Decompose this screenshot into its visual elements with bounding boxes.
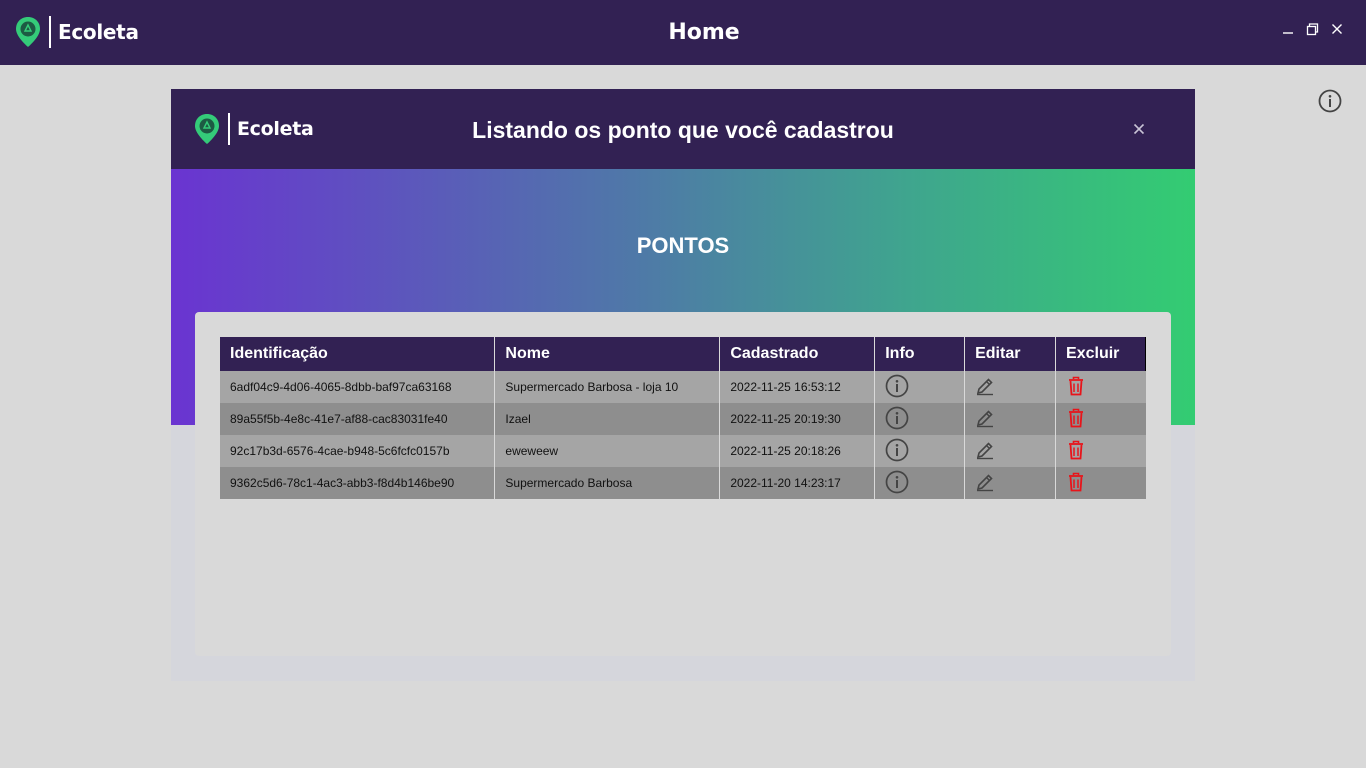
trash-icon[interactable] bbox=[1066, 376, 1086, 399]
cell-cadastrado: 2022-11-25 20:18:26 bbox=[719, 435, 876, 467]
cell-cadastrado: 2022-11-20 14:23:17 bbox=[719, 467, 876, 499]
close-icon[interactable] bbox=[1330, 22, 1344, 36]
edit-pencil-icon[interactable] bbox=[975, 472, 995, 495]
title-bar: Ecoleta Home bbox=[0, 0, 1366, 65]
points-modal: Ecoleta Listando os ponto que você cadas… bbox=[171, 89, 1195, 681]
edit-pencil-icon[interactable] bbox=[975, 408, 995, 431]
info-icon[interactable] bbox=[885, 470, 909, 497]
cell-cadastrado: 2022-11-25 20:19:30 bbox=[719, 403, 876, 435]
modal-close-icon[interactable] bbox=[1131, 121, 1147, 137]
info-icon[interactable] bbox=[885, 374, 909, 401]
minimize-icon[interactable] bbox=[1281, 22, 1295, 36]
modal-title: Listando os ponto que você cadastrou bbox=[472, 117, 894, 143]
cell-id: 9362c5d6-78c1-4ac3-abb3-f8d4b146be90 bbox=[220, 467, 496, 499]
cell-id: 92c17b3d-6576-4cae-b948-5c6fcfc0157b bbox=[220, 435, 496, 467]
cell-nome: Supermercado Barbosa bbox=[494, 467, 721, 499]
cell-nome: Izael bbox=[494, 403, 721, 435]
header-info: Info bbox=[874, 337, 966, 371]
cell-nome: eweweew bbox=[494, 435, 721, 467]
cell-cadastrado: 2022-11-25 16:53:12 bbox=[719, 371, 876, 403]
table-row: 89a55f5b-4e8c-41e7-af88-cac83031fe40 Iza… bbox=[220, 403, 1146, 435]
trash-icon[interactable] bbox=[1066, 408, 1086, 431]
table-row: 9362c5d6-78c1-4ac3-abb3-f8d4b146be90 Sup… bbox=[220, 467, 1146, 499]
header-editar: Editar bbox=[964, 337, 1057, 371]
trash-icon[interactable] bbox=[1066, 440, 1086, 463]
header-excluir: Excluir bbox=[1055, 337, 1146, 371]
cell-nome: Supermercado Barbosa - loja 10 bbox=[494, 371, 721, 403]
trash-icon[interactable] bbox=[1066, 472, 1086, 495]
table-header-row: Identificação Nome Cadastrado Info Edita… bbox=[220, 337, 1146, 371]
table-row: 92c17b3d-6576-4cae-b948-5c6fcfc0157b ewe… bbox=[220, 435, 1146, 467]
header-cadastrado: Cadastrado bbox=[719, 337, 876, 371]
edit-pencil-icon[interactable] bbox=[975, 376, 995, 399]
info-icon[interactable] bbox=[1318, 89, 1342, 113]
info-icon[interactable] bbox=[885, 406, 909, 433]
header-identificacao: Identificação bbox=[220, 337, 496, 371]
cell-id: 6adf04c9-4d06-4065-8dbb-baf97ca63168 bbox=[220, 371, 496, 403]
restore-icon[interactable] bbox=[1305, 22, 1319, 36]
points-table: Identificação Nome Cadastrado Info Edita… bbox=[220, 337, 1146, 499]
edit-pencil-icon[interactable] bbox=[975, 440, 995, 463]
section-title: PONTOS bbox=[636, 233, 730, 258]
info-icon[interactable] bbox=[885, 438, 909, 465]
points-panel: Identificação Nome Cadastrado Info Edita… bbox=[195, 312, 1171, 656]
window-title: Home bbox=[668, 20, 740, 45]
header-nome: Nome bbox=[494, 337, 721, 371]
cell-id: 89a55f5b-4e8c-41e7-af88-cac83031fe40 bbox=[220, 403, 496, 435]
modal-header: Ecoleta Listando os ponto que você cadas… bbox=[171, 89, 1195, 169]
table-row: 6adf04c9-4d06-4065-8dbb-baf97ca63168 Sup… bbox=[220, 371, 1146, 403]
